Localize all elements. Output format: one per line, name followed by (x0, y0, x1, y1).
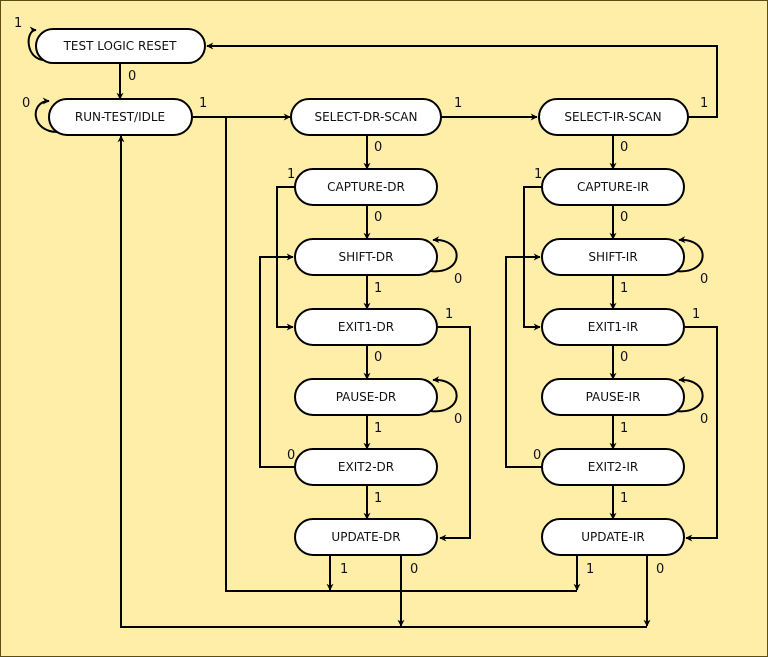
state-test-logic-reset: TEST LOGIC RESET (35, 28, 206, 64)
state-capture-dr: CAPTURE-DR (294, 168, 438, 206)
label-cir-shir: 0 (620, 210, 628, 225)
state-update-ir: UPDATE-IR (541, 518, 685, 556)
label-shir-e1ir: 1 (620, 281, 628, 296)
tap-state-diagram: 1 0 0 1 1 1 0 1 0 0 1 1 0 0 1 0 1 1 0 0 … (14, 16, 718, 628)
label-pir-self: 0 (700, 412, 708, 427)
label-pdr-e2dr: 1 (374, 421, 382, 436)
label-e1ir-pir: 0 (620, 350, 628, 365)
state-pause-ir: PAUSE-IR (541, 378, 685, 416)
state-capture-ir: CAPTURE-IR (541, 168, 685, 206)
state-pause-dr: PAUSE-DR (294, 378, 438, 416)
label-sir-tlr: 1 (700, 96, 708, 111)
state-select-ir-scan: SELECT-IR-SCAN (538, 98, 689, 136)
label-e2dr-udr: 1 (374, 491, 382, 506)
svg-text:PAUSE-IR: PAUSE-IR (586, 390, 641, 404)
label-udr-1: 1 (340, 562, 348, 577)
svg-text:PAUSE-DR: PAUSE-DR (336, 390, 397, 404)
label-sir-cir: 0 (620, 140, 628, 155)
label-shir-self: 0 (700, 272, 708, 287)
svg-text:EXIT1-DR: EXIT1-DR (338, 320, 394, 334)
label-rti-sdr: 1 (199, 96, 207, 111)
svg-text:EXIT2-IR: EXIT2-IR (588, 460, 639, 474)
svg-text:SELECT-DR-SCAN: SELECT-DR-SCAN (314, 110, 417, 124)
svg-text:SHIFT-IR: SHIFT-IR (588, 250, 637, 264)
label-pdr-self: 0 (454, 412, 462, 427)
label-e1ir-uir: 1 (692, 307, 700, 322)
svg-text:SHIFT-DR: SHIFT-DR (338, 250, 393, 264)
label-pir-e2ir: 1 (620, 421, 628, 436)
svg-text:UPDATE-DR: UPDATE-DR (331, 530, 400, 544)
label-tlr-rti: 0 (128, 69, 136, 84)
label-cdr-shdr: 0 (374, 210, 382, 225)
state-exit2-dr: EXIT2-DR (294, 448, 438, 486)
label-shdr-self: 0 (454, 272, 462, 287)
state-shift-dr: SHIFT-DR (294, 238, 438, 276)
label-cir-e1ir: 1 (534, 167, 542, 182)
label-e1dr-udr: 1 (445, 307, 453, 322)
state-exit1-ir: EXIT1-IR (541, 308, 685, 346)
svg-text:SELECT-IR-SCAN: SELECT-IR-SCAN (564, 110, 661, 124)
svg-text:UPDATE-IR: UPDATE-IR (581, 530, 644, 544)
label-uir-0: 0 (656, 562, 664, 577)
wire-e1ir-uir (684, 326, 718, 542)
state-select-dr-scan: SELECT-DR-SCAN (290, 98, 442, 136)
svg-text:RUN-TEST/IDLE: RUN-TEST/IDLE (75, 110, 165, 124)
svg-text:EXIT1-IR: EXIT1-IR (588, 320, 639, 334)
state-nodes: TEST LOGIC RESET RUN-TEST/IDLE SELECT-DR… (35, 28, 689, 556)
label-e2dr-shdr: 0 (287, 448, 295, 463)
state-exit2-ir: EXIT2-IR (541, 448, 685, 486)
state-run-test-idle: RUN-TEST/IDLE (48, 98, 193, 136)
state-update-dr: UPDATE-DR (294, 518, 438, 556)
label-sdr-cdr: 0 (374, 140, 382, 155)
svg-text:CAPTURE-IR: CAPTURE-IR (577, 180, 649, 194)
label-rti-self: 0 (22, 96, 30, 111)
state-shift-ir: SHIFT-IR (541, 238, 685, 276)
state-exit1-dr: EXIT1-DR (294, 308, 438, 346)
label-tlr-self: 1 (14, 16, 22, 31)
label-cdr-e1dr: 1 (287, 167, 295, 182)
label-sdr-sir: 1 (454, 96, 462, 111)
label-uir-1: 1 (586, 562, 594, 577)
svg-text:CAPTURE-DR: CAPTURE-DR (327, 180, 405, 194)
label-shdr-e1dr: 1 (374, 281, 382, 296)
label-e2ir-uir: 1 (620, 491, 628, 506)
svg-text:TEST LOGIC RESET: TEST LOGIC RESET (63, 39, 178, 53)
label-e1dr-pdr: 0 (374, 350, 382, 365)
label-e2ir-shir: 0 (533, 448, 541, 463)
wire-e1dr-udr (438, 326, 471, 542)
label-udr-0: 0 (410, 562, 418, 577)
svg-text:EXIT2-DR: EXIT2-DR (338, 460, 394, 474)
